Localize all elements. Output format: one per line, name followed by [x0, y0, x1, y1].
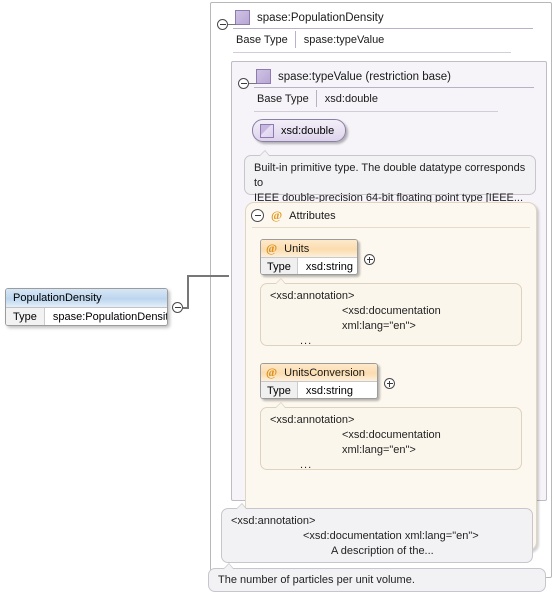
annotation-line-3: ...: [300, 335, 313, 347]
divider: [252, 227, 530, 228]
balloon-notch-fill: [276, 403, 285, 408]
complex-type-panel-population-density: spase:PopulationDensity Base Type spase:…: [210, 2, 552, 578]
complex-type-name: spase:PopulationDensity: [257, 11, 384, 24]
attribute-type-label: Type: [261, 258, 298, 274]
simple-type-label: xsd:double: [281, 124, 335, 137]
connector-stub: [249, 83, 257, 84]
attribute-box-units-conversion[interactable]: @ UnitsConversion Type xsd:string: [260, 363, 378, 399]
attributes-group-header: @ Attributes: [246, 203, 536, 223]
collapse-toggle-type-value[interactable]: [238, 78, 249, 89]
restriction-base-type-row: Base Type xsd:double: [254, 90, 534, 107]
element-type-row: Type spase:PopulationDensity: [6, 308, 168, 325]
attribute-type-label: Type: [261, 382, 298, 398]
complex-type-title-row: spase:PopulationDensity: [233, 8, 533, 27]
annotation-line-1: <xsd:annotation>: [231, 515, 316, 527]
element-box-population-density[interactable]: PopulationDensity Type spase:PopulationD…: [5, 288, 168, 326]
pill-xsd-double[interactable]: xsd:double: [252, 119, 347, 142]
balloon-notch-fill: [276, 279, 285, 284]
annotation-line-1: <xsd:annotation>: [270, 414, 355, 426]
annotation-balloon-type: <xsd:annotation> <xsd:documentation xml:…: [221, 503, 533, 563]
base-type-label: Base Type: [257, 92, 309, 105]
complex-type-square-icon: [235, 10, 250, 25]
attribute-name: Units: [284, 242, 310, 255]
restriction-type-panel-type-value: spase:typeValue (restriction base) Base …: [231, 61, 547, 551]
balloon-notch-fill: [224, 564, 233, 569]
complex-type-square-icon: [256, 69, 271, 84]
expand-toggle-units-conversion[interactable]: [384, 378, 395, 389]
at-symbol-icon: @: [266, 241, 278, 255]
annotation-balloon-units: <xsd:annotation> <xsd:documentation xml:…: [260, 278, 522, 347]
attribute-header-units: @ Units: [261, 240, 357, 258]
builtin-type-documentation-balloon: Built-in primitive type. The double data…: [244, 150, 536, 204]
attribute-type-row: Type xsd:string: [261, 382, 377, 398]
annotation-line-3: A description of the...: [331, 545, 434, 557]
simple-type-triangle-icon: [260, 123, 274, 138]
attributes-group-label: Attributes: [289, 209, 336, 222]
restriction-type-header: spase:typeValue (restriction base) Base …: [254, 67, 534, 107]
connector-vertical: [187, 275, 189, 309]
element-tooltip-text: The number of particles per unit volume.: [218, 574, 415, 586]
element-name: PopulationDensity: [6, 289, 167, 308]
attribute-type-row: Type xsd:string: [261, 258, 357, 274]
balloon-notch-fill: [260, 151, 269, 156]
collapse-toggle-population-density[interactable]: [217, 19, 228, 30]
restriction-type-name: spase:typeValue (restriction base): [278, 70, 452, 83]
builtin-doc-line-1: Built-in primitive type. The double data…: [254, 162, 526, 189]
element-type-value: spase:PopulationDensity: [52, 311, 168, 323]
attribute-type-value: xsd:string: [305, 384, 353, 397]
expand-toggle-units[interactable]: [364, 254, 375, 265]
complex-type-header-population-density: spase:PopulationDensity Base Type spase:…: [233, 8, 533, 48]
attribute-type-value: xsd:string: [305, 260, 353, 273]
attribute-name: UnitsConversion: [284, 366, 365, 379]
attribute-header-units-conversion: @ UnitsConversion: [261, 364, 377, 382]
element-documentation-tooltip: The number of particles per unit volume.: [208, 563, 546, 592]
base-type-value: xsd:double: [324, 92, 378, 105]
restriction-type-title-row: spase:typeValue (restriction base): [254, 67, 534, 86]
balloon-notch-fill: [237, 504, 246, 509]
divider: [254, 87, 534, 88]
collapse-toggle-attributes[interactable]: [251, 209, 264, 222]
restriction-header-underline: [254, 111, 498, 112]
annotation-line-2: <xsd:documentation xml:lang="en">: [342, 305, 441, 332]
annotation-line-3: ...: [300, 459, 313, 471]
attribute-box-units[interactable]: @ Units Type xsd:string: [260, 239, 358, 275]
annotation-line-1: <xsd:annotation>: [270, 290, 355, 302]
base-type-label: Base Type: [236, 33, 288, 46]
at-symbol-icon: @: [266, 365, 278, 379]
connector-stub: [228, 24, 236, 25]
at-symbol-icon: @: [271, 208, 283, 222]
base-type-row: Base Type spase:typeValue: [233, 31, 533, 48]
collapse-toggle-element-population-density[interactable]: [172, 302, 183, 313]
simple-type-reference-xsd-double[interactable]: xsd:double: [252, 119, 347, 142]
base-type-value: spase:typeValue: [303, 33, 385, 46]
element-type-label: Type: [6, 308, 45, 325]
annotation-line-2: <xsd:documentation xml:lang="en">: [303, 530, 479, 542]
header-underline: [233, 52, 511, 53]
connector-horizontal-upper: [187, 275, 229, 277]
annotation-line-2: <xsd:documentation xml:lang="en">: [342, 429, 441, 456]
attributes-group-panel: @ Attributes @ Units Type xsd:string <xs…: [245, 202, 537, 551]
annotation-balloon-units-conversion: <xsd:annotation> <xsd:documentation xml:…: [260, 402, 522, 471]
divider: [233, 28, 533, 29]
